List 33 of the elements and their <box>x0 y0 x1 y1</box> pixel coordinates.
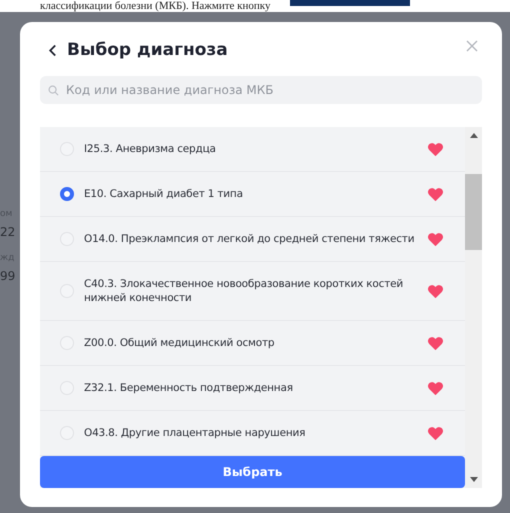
diagnosis-label: O14.0. Преэклампсия от легкой до средней степени тяжести <box>84 232 416 246</box>
scroll-up-icon[interactable] <box>470 133 478 138</box>
diagnosis-label: E10. Сахарный диабет 1 типа <box>84 187 244 201</box>
heart-icon[interactable] <box>428 142 443 156</box>
diagnosis-label: Z32.1. Беременность подтвержденная <box>84 381 294 395</box>
diagnosis-label: C40.3. Злокачественное новообразование коротких костей нижней конечности <box>84 277 404 305</box>
diagnosis-row[interactable]: C40.3. Злокачественное новообразование коротких костей нижней конечности <box>40 262 465 321</box>
diagnosis-row[interactable]: Z00.0. Общий медицинский осмотр <box>40 321 465 366</box>
heart-icon[interactable] <box>428 188 443 200</box>
back-icon[interactable] <box>48 44 57 56</box>
diagnosis-label: Z00.0. Общий медицинский осмотр <box>84 336 276 350</box>
diagnosis-label: I25.3. Аневризма сердца <box>84 142 217 156</box>
diagnosis-row[interactable]: O14.0. Преэклампсия от легкой до средней степени тяжести <box>40 217 465 262</box>
diagnosis-row[interactable]: E10. Сахарный диабет 1 типа <box>40 172 465 217</box>
heart-icon[interactable] <box>428 336 443 350</box>
radio-button[interactable] <box>60 187 74 201</box>
diagnosis-row[interactable]: Z32.1. Беременность подтвержденная <box>40 366 465 411</box>
scroll-down-icon[interactable] <box>470 477 478 482</box>
heart-icon[interactable] <box>428 284 443 298</box>
page-text: классификации болезни (МКБ). Нажмите кнопку <box>40 1 270 12</box>
search-field[interactable]: Код или название диагноза МКБ <box>40 76 482 104</box>
scroll-thumb[interactable] <box>465 174 482 250</box>
page-text: 22 <box>0 225 16 241</box>
heart-icon[interactable] <box>428 382 443 394</box>
diagnosis-label: O43.8. Другие плацентарные нарушения <box>84 426 306 440</box>
diagnosis-row[interactable]: I25.3. Аневризма сердца <box>40 127 465 172</box>
heart-icon[interactable] <box>428 232 443 246</box>
dialog-title: Выбор диагноза <box>67 40 228 60</box>
close-icon[interactable] <box>466 40 478 52</box>
scrollbar[interactable] <box>465 127 482 488</box>
heart-icon[interactable] <box>428 426 443 440</box>
select-button[interactable]: Выбрать <box>40 456 465 488</box>
page-text: 99 <box>0 269 16 285</box>
